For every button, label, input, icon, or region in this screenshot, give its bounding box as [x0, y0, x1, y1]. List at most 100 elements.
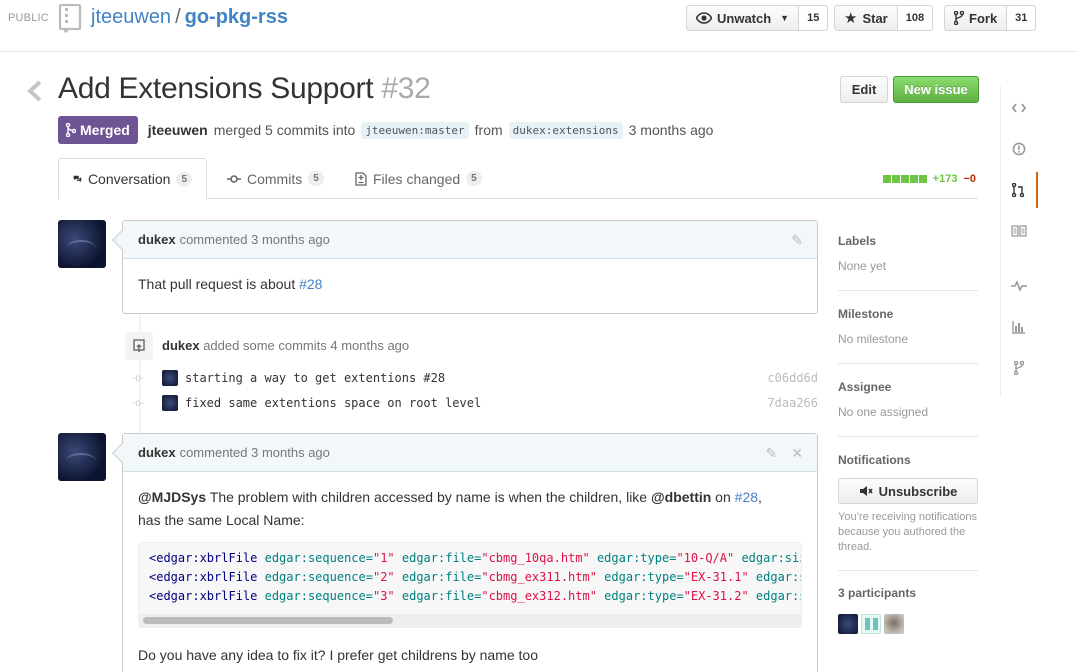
merger-link[interactable]: jteeuwen — [148, 122, 208, 138]
sidebar-labels[interactable]: Labels None yet — [838, 234, 978, 273]
code-block: <edgar:xbrlFile edgar:sequence="1" edgar… — [138, 542, 802, 628]
nav-code-icon[interactable] — [1000, 90, 1038, 126]
nav-pull-requests-icon[interactable] — [1000, 172, 1038, 208]
event-description: added some commits 4 months ago — [203, 338, 410, 353]
pencil-icon[interactable]: ✎ — [766, 445, 778, 462]
watchers-count[interactable]: 15 — [799, 6, 828, 30]
sidebar-divider — [838, 436, 978, 437]
comment: dukex commented 3 months ago ✎ That pull… — [112, 220, 818, 314]
commit-avatar[interactable] — [162, 370, 178, 386]
stargazers-count[interactable]: 108 — [897, 6, 933, 30]
star-button[interactable]: ★ Star — [835, 6, 898, 30]
commit-sha[interactable]: 7daa266 — [767, 396, 818, 410]
participant-avatar[interactable] — [884, 614, 904, 634]
sidebar-participants: 3 participants — [838, 586, 978, 600]
commit-row: -o- fixed same extentions space on root … — [128, 393, 818, 413]
watch-button-group: Unwatch ▼ 15 — [686, 5, 829, 31]
code-string: "2" — [372, 570, 395, 584]
nav-graphs-icon[interactable] — [1000, 309, 1038, 345]
fork-label: Fork — [969, 10, 998, 26]
unsubscribe-label: Unsubscribe — [878, 483, 958, 499]
fork-button[interactable]: Fork — [945, 6, 1008, 30]
repo-header: PUBLIC jteeuwen / go-pkg-rss Unwatch ▼ 15 … — [0, 0, 1076, 52]
nav-wiki-icon[interactable] — [1000, 213, 1038, 249]
commit-message[interactable]: starting a way to get extentions #28 — [185, 371, 445, 385]
tab-files-changed[interactable]: Files changed 5 — [341, 158, 496, 199]
merged-label: Merged — [80, 122, 130, 138]
participant-avatar[interactable] — [838, 614, 858, 634]
nav-pulse-icon[interactable] — [1000, 268, 1038, 304]
pr-title: Add Extensions Support #32 — [58, 72, 431, 106]
comment-header: dukex commented 3 months ago ✎ — [123, 221, 817, 259]
sidebar-milestone[interactable]: Milestone No milestone — [838, 307, 978, 346]
from-text: from — [474, 122, 503, 138]
tab-commits-label: Commits — [247, 170, 303, 187]
participant-avatar[interactable] — [861, 614, 881, 634]
commit-avatar[interactable] — [162, 395, 178, 411]
tab-commits[interactable]: Commits 5 — [213, 158, 338, 199]
forks-count[interactable]: 31 — [1007, 6, 1036, 30]
comment-text: The problem with children accessed by na… — [206, 489, 651, 505]
sidebar-divider — [838, 570, 978, 571]
comment-text: on — [711, 489, 735, 505]
close-icon[interactable]: ✕ — [791, 445, 803, 462]
assignee-value: No one assigned — [838, 405, 929, 419]
comment-text: That pull request is about — [138, 276, 300, 292]
mute-icon — [859, 486, 873, 496]
unwatch-button[interactable]: Unwatch ▼ — [687, 6, 800, 30]
code-attr: edgar:type= — [596, 570, 684, 584]
star-button-group: ★ Star 108 — [834, 5, 934, 31]
avatar[interactable] — [58, 220, 106, 268]
commit-dot-icon: -o- — [131, 372, 145, 384]
code-attr: edgar:file= — [394, 570, 482, 584]
sidebar-assignee[interactable]: Assignee No one assigned — [838, 380, 978, 419]
sidebar-notifications: Notifications — [838, 453, 978, 467]
pencil-icon[interactable]: ✎ — [791, 232, 803, 249]
code-attr: edgar:sequence= — [257, 589, 373, 603]
code-attr: edgar:file= — [394, 551, 482, 565]
commit-sha[interactable]: c06dd6d — [767, 371, 818, 385]
new-issue-button[interactable]: New issue — [893, 76, 979, 103]
nav-network-icon[interactable] — [1000, 350, 1038, 386]
commit-message[interactable]: fixed same extentions space on root leve… — [185, 396, 481, 410]
labels-heading: Labels — [838, 234, 877, 248]
user-mention[interactable]: @MJDSys — [138, 489, 206, 505]
tab-files-changed-count: 5 — [466, 171, 482, 186]
git-commit-icon — [227, 174, 241, 183]
code-string: "10-Q/A" — [676, 551, 735, 565]
repo-name-link[interactable]: go-pkg-rss — [185, 6, 288, 28]
comment-tools: ✎ — [791, 232, 803, 249]
repo-owner-link[interactable]: jteeuwen — [91, 6, 171, 28]
merge-icon — [66, 123, 76, 137]
unsubscribe-button[interactable]: Unsubscribe — [838, 478, 978, 504]
event-author[interactable]: dukex — [162, 338, 200, 353]
participant-avatars — [838, 614, 904, 634]
pr-tabs: Conversation 5 Commits 5 Files changed 5… — [58, 158, 978, 200]
comment-time: commented 3 months ago — [179, 232, 330, 247]
file-diff-icon — [355, 171, 367, 186]
diffstat-block — [900, 175, 909, 183]
issue-link[interactable]: #28 — [299, 276, 322, 292]
nav-issues-icon[interactable] — [1000, 131, 1038, 167]
code-scrollbar[interactable] — [143, 617, 393, 624]
issue-link[interactable]: #28 — [735, 489, 758, 505]
back-arrow-icon[interactable] — [27, 80, 43, 102]
diffstat-block — [882, 175, 891, 183]
tab-files-changed-label: Files changed — [373, 170, 461, 187]
comment-text: has the same Local Name: — [138, 512, 305, 528]
comment-discussion-icon — [73, 175, 82, 183]
tab-commits-count: 5 — [308, 171, 324, 186]
edit-button[interactable]: Edit — [840, 76, 888, 103]
head-branch: dukex:extensions — [508, 121, 623, 139]
comment-author[interactable]: dukex — [138, 232, 176, 247]
user-mention[interactable]: @dbettin — [651, 489, 711, 505]
tab-conversation[interactable]: Conversation 5 — [58, 158, 207, 200]
code-string: "cbmg_10qa.htm" — [481, 551, 590, 565]
eye-icon — [696, 12, 712, 24]
avatar[interactable] — [58, 433, 106, 481]
base-branch: jteeuwen:master — [361, 121, 469, 139]
comment-text: Do you have any idea to fix it? I prefer… — [138, 647, 539, 663]
diffstat: +173 −0 — [882, 173, 976, 185]
comment-author[interactable]: dukex — [138, 445, 176, 460]
code-tag: <edgar:xbrlFile — [149, 551, 258, 565]
